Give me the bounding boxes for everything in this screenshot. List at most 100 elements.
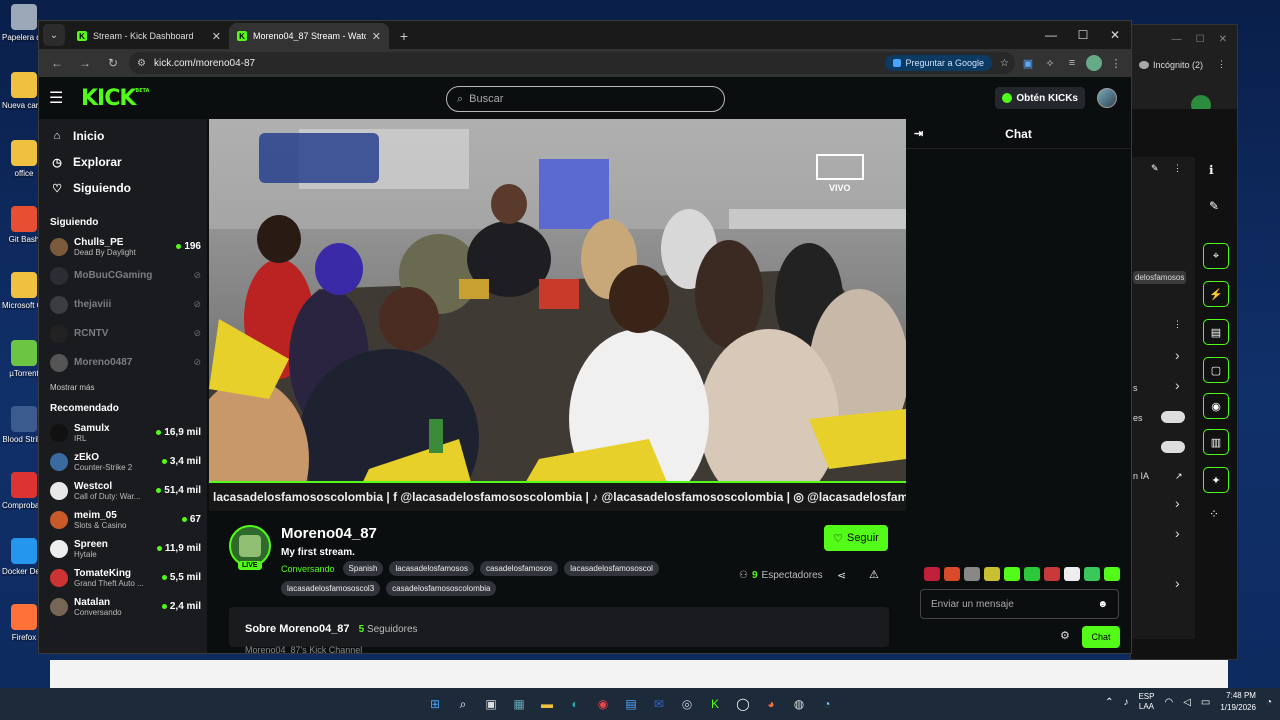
bg-chevron-icon[interactable]: › [1175, 495, 1180, 511]
stream-tag[interactable]: casadelosfamososcolombia [386, 581, 497, 596]
notifications-icon[interactable]: ◔ [1266, 697, 1272, 708]
emote-icon[interactable] [924, 567, 940, 581]
close-tab-icon[interactable]: ✕ [212, 30, 221, 43]
chrome-icon[interactable]: ◉ [592, 693, 614, 715]
show-more-link[interactable]: Mostrar más [39, 377, 207, 397]
bg-chevron-icon[interactable]: › [1175, 347, 1180, 363]
url-text[interactable]: kick.com/moreno04-87 [154, 58, 878, 69]
tab-search-button[interactable]: ⌄ [43, 24, 65, 46]
channel-item[interactable]: Westcol Call of Duty: War... 51,4 mil [39, 476, 207, 505]
more-icon[interactable]: ⋮ [1217, 59, 1226, 70]
site-info-icon[interactable]: ⚙ [137, 58, 146, 69]
pencil-icon[interactable]: ✎ [1209, 199, 1219, 213]
browser-2-icon[interactable]: ◔ [816, 693, 838, 715]
incognito-indicator[interactable]: Incógnito (2) ⋮ [1139, 59, 1226, 70]
address-bar[interactable]: ⚙ kick.com/moreno04-87 Preguntar a Googl… [129, 52, 1015, 74]
obs-icon[interactable]: ◍ [788, 693, 810, 715]
github-icon[interactable]: ◯ [732, 693, 754, 715]
bg-more-icon-2[interactable]: ⋮ [1173, 319, 1182, 330]
ask-google-chip[interactable]: Preguntar a Google [885, 55, 993, 71]
emote-icon[interactable] [984, 567, 1000, 581]
store-icon[interactable]: ▤ [620, 693, 642, 715]
emoji-icon[interactable]: ☻ [1097, 599, 1108, 610]
wifi-icon[interactable]: ◠ [1164, 697, 1173, 708]
get-kicks-button[interactable]: Obtén KICKs [995, 87, 1085, 109]
emote-icon[interactable] [1044, 567, 1060, 581]
channel-item[interactable]: meim_05 Slots & Casino 67 [39, 505, 207, 534]
lightning-icon[interactable]: ⚡ [1203, 281, 1229, 307]
bg-toggle[interactable] [1161, 411, 1185, 423]
channel-item[interactable]: Spreen Hytale 11,9 mil [39, 534, 207, 563]
channel-item[interactable]: Moreno0487 ⊘ [39, 348, 207, 377]
task-view-icon[interactable]: ▣ [480, 693, 502, 715]
widgets-icon[interactable]: ▦ [508, 693, 530, 715]
broadcast-icon[interactable]: ◉ [1203, 393, 1229, 419]
chevron-up-icon[interactable]: ⌃ [1105, 697, 1113, 708]
close-window-icon[interactable]: ✕ [1099, 21, 1131, 49]
forward-arrow-icon[interactable]: → [73, 52, 97, 74]
share-icon[interactable]: ⋖ [837, 569, 846, 582]
report-warning-icon[interactable]: ⚠ [869, 568, 879, 581]
kick-app-icon[interactable]: K [704, 693, 726, 715]
video-player[interactable]: VIVO lacasadelosfamososcolombia | f @lac… [209, 119, 906, 511]
nav-item-siguiendo[interactable]: ♡ Siguiendo [39, 175, 207, 201]
user-avatar[interactable] [1097, 88, 1117, 108]
channel-item[interactable]: thejaviii ⊘ [39, 290, 207, 319]
emote-icon[interactable] [944, 567, 960, 581]
language-indicator[interactable]: ESP LAA [1138, 692, 1154, 712]
close-tab-icon[interactable]: ✕ [372, 30, 381, 43]
chat-message-input[interactable]: Enviar un mensaje ☻ [920, 589, 1119, 619]
bookmark-star-icon[interactable]: ☆ [1000, 58, 1009, 69]
bg-chevron-icon[interactable]: › [1175, 575, 1180, 591]
firefox-icon[interactable]: ◕ [760, 693, 782, 715]
emote-icon[interactable] [1004, 567, 1020, 581]
stream-tag[interactable]: lacasadelosfamososcol [564, 561, 659, 576]
nav-item-inicio[interactable]: ⌂ Inicio [39, 123, 207, 149]
bg-minimize-icon[interactable]: — [1172, 34, 1182, 45]
chat-settings-icon[interactable]: ⚙ [1060, 629, 1070, 642]
bg-chart-icon[interactable]: ↗ [1175, 471, 1183, 482]
clock[interactable]: 7:48 PM 1/19/2026 [1220, 690, 1256, 714]
translate-icon[interactable]: ▣ [1019, 54, 1037, 72]
channel-item[interactable]: RCNTV ⊘ [39, 319, 207, 348]
channel-item[interactable]: Chulls_PE Dead By Daylight 196 [39, 232, 207, 261]
windows-start-icon[interactable]: ⊞ [424, 693, 446, 715]
media-control-icon[interactable]: ≡ [1063, 54, 1081, 72]
bg-close-icon[interactable]: ✕ [1219, 34, 1227, 45]
stream-category[interactable]: Conversando [281, 564, 335, 574]
search-taskbar-icon[interactable]: ⌕ [452, 693, 474, 715]
stream-tag[interactable]: lacasadelosfamosos [389, 561, 474, 576]
bg-chevron-icon[interactable]: › [1175, 525, 1180, 541]
battery-icon[interactable]: ▭ [1201, 697, 1210, 708]
back-arrow-icon[interactable]: ← [45, 52, 69, 74]
info-icon[interactable]: ℹ [1209, 163, 1214, 177]
bg-maximize-icon[interactable]: ☐ [1196, 34, 1205, 45]
bg-chevron-icon[interactable]: › [1175, 377, 1180, 393]
outlook-icon[interactable]: ✉ [648, 693, 670, 715]
bg-edit-icon[interactable]: ✎ [1151, 163, 1159, 174]
side-tool-button[interactable]: ⌖ [1203, 243, 1229, 269]
edge-icon[interactable]: ◐ [564, 693, 586, 715]
streamer-name[interactable]: Moreno04_87 [281, 525, 377, 542]
layout-icon[interactable]: ▥ [1203, 429, 1229, 455]
emote-icon[interactable] [1104, 567, 1120, 581]
channel-item[interactable]: zEkO Counter-Strike 2 3,4 mil [39, 447, 207, 476]
reload-icon[interactable]: ↻ [101, 52, 125, 74]
emote-icon[interactable] [964, 567, 980, 581]
new-tab-button[interactable]: + [393, 25, 415, 47]
file-explorer-icon[interactable]: ▬ [536, 693, 558, 715]
channel-item[interactable]: MoBuuCGaming ⊘ [39, 261, 207, 290]
minimize-icon[interactable]: — [1035, 21, 1067, 49]
channel-item[interactable]: Natalan Conversando 2,4 mil [39, 592, 207, 621]
steam-icon[interactable]: ◎ [676, 693, 698, 715]
emote-icon[interactable] [1064, 567, 1080, 581]
emote-icon[interactable] [1084, 567, 1100, 581]
emote-icon[interactable] [1024, 567, 1040, 581]
follow-button[interactable]: ♡ Seguir [824, 525, 888, 551]
tab-kick-dashboard[interactable]: K Stream - Kick Dashboard ✕ [69, 23, 229, 49]
hamburger-menu-icon[interactable]: ☰ [49, 88, 71, 108]
menu-icon[interactable]: ⋮ [1107, 54, 1125, 72]
document-icon[interactable]: ▤ [1203, 319, 1229, 345]
nav-item-explorar[interactable]: ◷ Explorar [39, 149, 207, 175]
microphone-icon[interactable]: ♪ [1123, 697, 1128, 708]
